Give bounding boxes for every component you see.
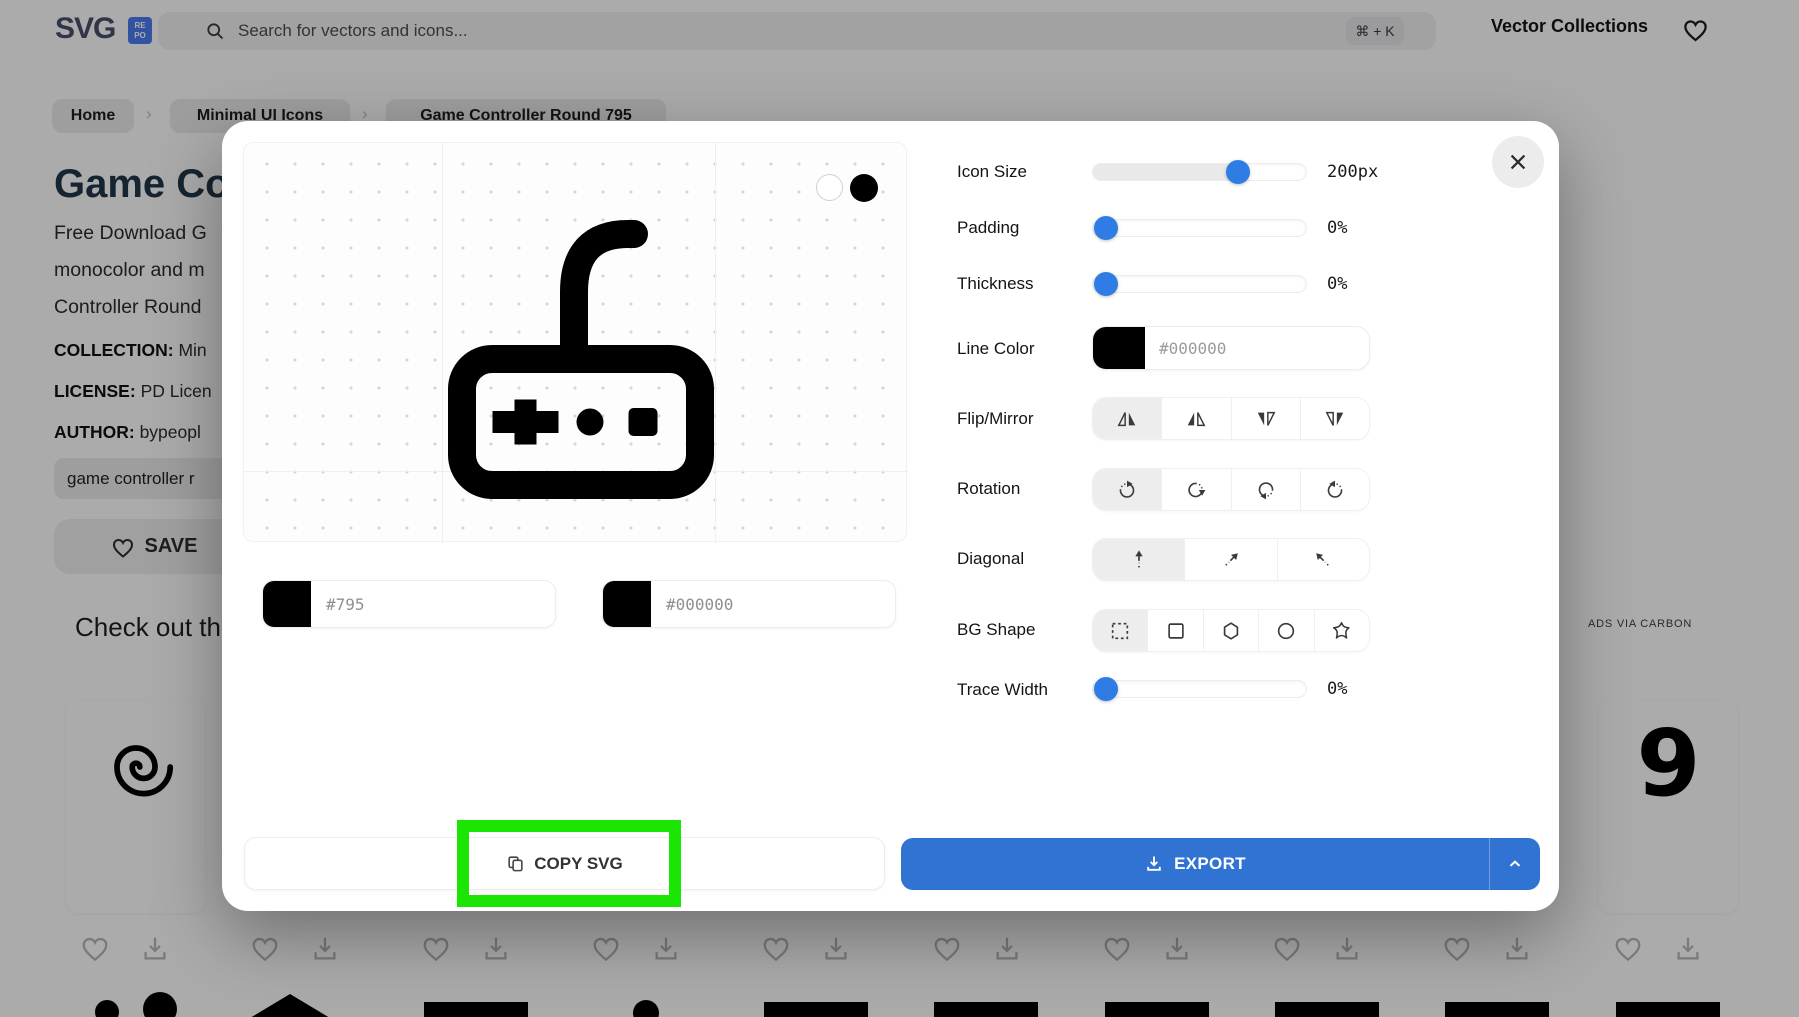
rotate-ccw-180-button[interactable]: [1232, 469, 1301, 510]
flip-mirror-group: [1092, 397, 1370, 440]
bg-shape-blob-button[interactable]: [1315, 610, 1369, 651]
export-button[interactable]: EXPORT: [901, 838, 1540, 890]
copy-svg-highlight-box: [457, 820, 681, 907]
diagonal-group: [1092, 538, 1370, 581]
chevron-up-icon: [1506, 855, 1524, 873]
padding-value: 0%: [1327, 218, 1417, 238]
icon-size-value: 200px: [1327, 162, 1417, 182]
flip-vertical-up-button[interactable]: [1301, 398, 1369, 439]
bg-shape-group: [1092, 609, 1370, 652]
export-download-icon: [1144, 854, 1164, 874]
rotate-ccw-button[interactable]: [1301, 469, 1369, 510]
rotate-cw-90-button[interactable]: [1162, 469, 1231, 510]
game-controller-icon: [438, 187, 728, 507]
bg-shape-circle-button[interactable]: [1259, 610, 1314, 651]
export-options-caret[interactable]: [1490, 855, 1540, 873]
padding-slider[interactable]: [1092, 219, 1307, 237]
bg-shape-none-button[interactable]: [1093, 610, 1148, 651]
trace-width-value: 0%: [1327, 679, 1417, 699]
flip-horizontal-right-button[interactable]: [1093, 398, 1162, 439]
icon-editor-modal: Icon Size 200px Padding 0% Thickness 0% …: [222, 121, 1559, 911]
canvas-bg-white-toggle[interactable]: [816, 174, 843, 201]
flip-vertical-down-button[interactable]: [1232, 398, 1301, 439]
line-color-field: [1092, 326, 1370, 370]
thickness-value: 0%: [1327, 274, 1417, 294]
canvas-bg-black-toggle[interactable]: [850, 174, 878, 202]
line-color-swatch[interactable]: [603, 581, 651, 627]
line-color-hex-input[interactable]: [1145, 327, 1369, 369]
thickness-slider[interactable]: [1092, 275, 1307, 293]
fill-color-field: [262, 580, 556, 628]
diagonal-up-left-button[interactable]: [1278, 539, 1369, 580]
bg-shape-hexagon-button[interactable]: [1204, 610, 1259, 651]
line-color-input[interactable]: [651, 581, 895, 627]
fill-color-input[interactable]: [311, 581, 555, 627]
fill-color-swatch[interactable]: [263, 581, 311, 627]
icon-size-slider[interactable]: [1092, 163, 1307, 181]
trace-width-slider[interactable]: [1092, 680, 1307, 698]
line-color-picker-swatch[interactable]: [1093, 327, 1145, 369]
svgrepo-page: SVG RE PO Search for vectors and icons..…: [0, 0, 1799, 1017]
rotate-cw-button[interactable]: [1093, 469, 1162, 510]
line-color-field-canvas: [602, 580, 896, 628]
rotation-group: [1092, 468, 1370, 511]
close-button[interactable]: [1492, 136, 1544, 188]
diagonal-up-right-button[interactable]: [1185, 539, 1277, 580]
bg-shape-square-button[interactable]: [1148, 610, 1203, 651]
flip-horizontal-left-button[interactable]: [1162, 398, 1231, 439]
icon-preview-canvas: [243, 142, 907, 542]
diagonal-up-button[interactable]: [1093, 539, 1185, 580]
export-label: EXPORT: [1174, 854, 1246, 874]
